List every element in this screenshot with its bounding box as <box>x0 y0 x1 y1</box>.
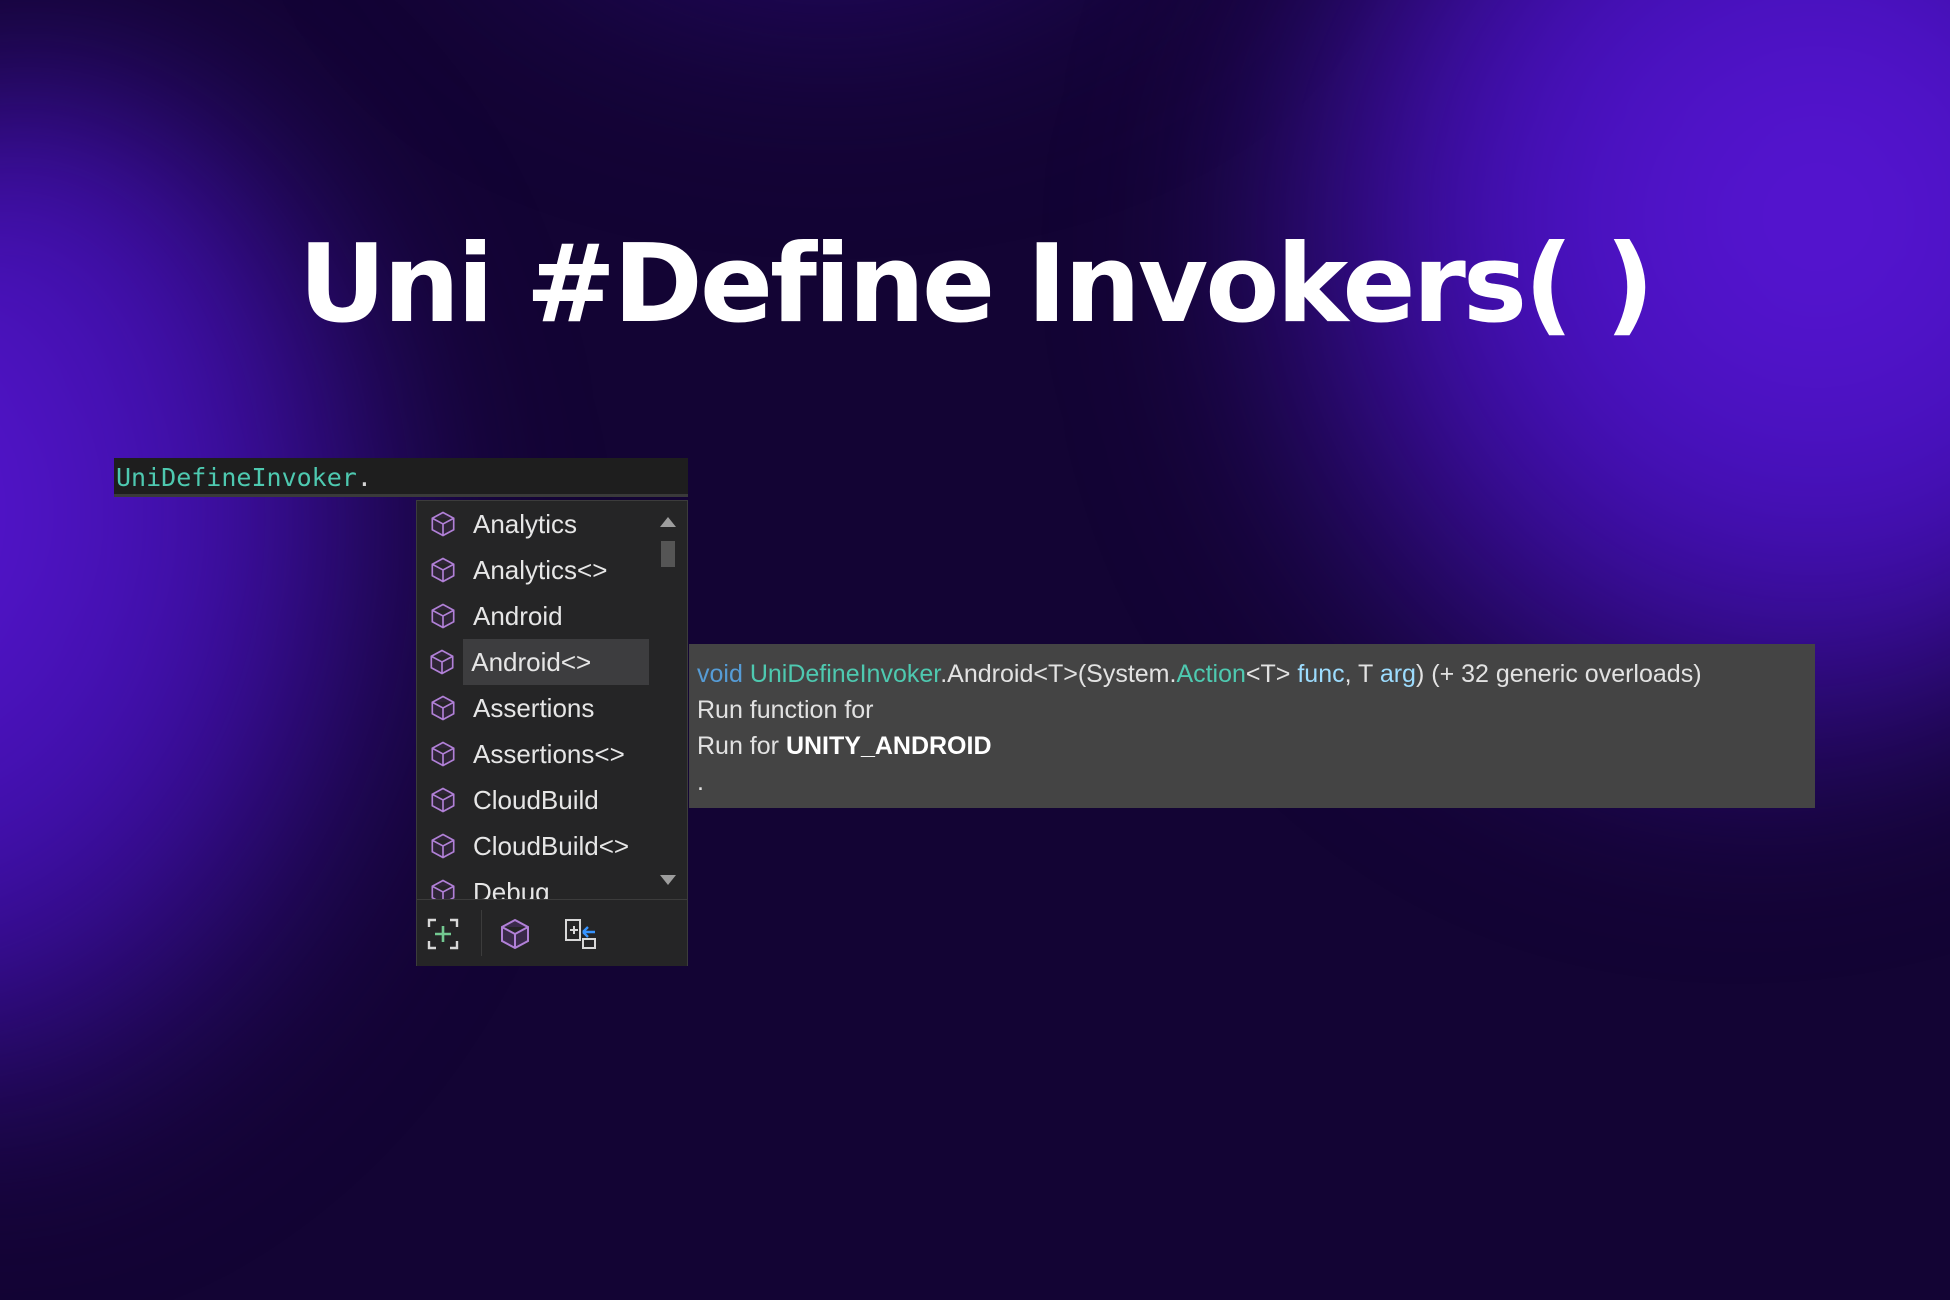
completion-item-label: Assertions <box>473 692 595 723</box>
signature-param-func: func <box>1297 660 1345 688</box>
member-access-dot: . <box>356 463 372 492</box>
signature-type: UniDefineInvoker <box>749 660 941 688</box>
class-cube-icon <box>417 593 469 639</box>
completion-item[interactable]: CloudBuild<> <box>417 823 649 869</box>
completion-item[interactable]: Analytics<> <box>417 547 649 593</box>
completion-item[interactable]: Analytics <box>417 501 649 547</box>
completion-item-label: Analytics <box>473 508 578 539</box>
tooltip-define-symbol: UNITY_ANDROID <box>785 732 992 760</box>
bg-glow-top <box>380 0 1280 100</box>
completion-filter-toolbar <box>417 899 687 966</box>
class-name-token: UniDefineInvoker <box>116 463 357 492</box>
completion-item-label: Android<> <box>463 639 649 685</box>
class-filter-icon[interactable] <box>495 914 535 954</box>
class-cube-icon <box>417 777 469 823</box>
completion-scrollbar[interactable] <box>649 501 687 899</box>
scroll-thumb[interactable] <box>661 541 675 567</box>
class-cube-icon <box>417 685 469 731</box>
method-signature: void UniDefineInvoker.Android<T>(System.… <box>697 656 1807 692</box>
tooltip-trailing-dot: . <box>697 768 704 796</box>
signature-comma: , T <box>1344 660 1380 688</box>
completion-item-label: Debug <box>473 876 550 900</box>
completion-item-label: Android <box>473 600 563 631</box>
signature-overloads: ) (+ 32 generic overloads) <box>1415 660 1702 688</box>
completion-popup[interactable]: Analytics Analytics<> Android Android<> Asse… <box>416 500 688 966</box>
tooltip-define-line: Run for UNITY_ANDROID <box>697 728 1807 764</box>
class-cube-icon <box>417 869 469 899</box>
keyword-void: void <box>697 660 743 688</box>
completion-item[interactable]: Assertions <box>417 685 649 731</box>
completion-item[interactable]: Debug <box>417 869 649 899</box>
completion-item-label: Assertions<> <box>473 738 625 769</box>
tooltip-summary: Run function for <box>697 696 874 724</box>
completion-list[interactable]: Analytics Analytics<> Android Android<> Asse… <box>417 501 649 899</box>
class-cube-icon <box>417 823 469 869</box>
completion-item-label: CloudBuild <box>473 784 599 815</box>
signature-action-type: Action <box>1176 660 1246 688</box>
signature-method: Android <box>947 660 1034 688</box>
signature-action-generic: <T> <box>1245 660 1298 688</box>
completion-item[interactable]: Android<> <box>417 639 649 685</box>
class-cube-icon <box>417 639 467 685</box>
code-editor-line[interactable]: UniDefineInvoker. <box>114 458 688 497</box>
toolbar-divider <box>481 910 482 956</box>
class-cube-icon <box>417 501 469 547</box>
extension-methods-icon[interactable] <box>561 914 601 954</box>
completion-item[interactable]: CloudBuild <box>417 777 649 823</box>
signature-generic: <T>(System. <box>1033 660 1177 688</box>
page-title: Uni #Define Invokers( ) <box>298 222 1654 347</box>
class-cube-icon <box>417 731 469 777</box>
class-cube-icon <box>417 547 469 593</box>
signature-param-arg: arg <box>1379 660 1416 688</box>
completion-item[interactable]: Android <box>417 593 649 639</box>
tooltip-define-prefix: Run for <box>697 732 786 760</box>
code-text: UniDefineInvoker. <box>116 463 372 492</box>
quick-info-tooltip: void UniDefineInvoker. Android<T>(System.… <box>689 644 1815 808</box>
completion-item[interactable]: Assertions<> <box>417 731 649 777</box>
expand-filter-icon[interactable] <box>423 914 463 954</box>
completion-item-label: CloudBuild<> <box>473 830 630 861</box>
completion-item-label: Analytics<> <box>473 554 608 585</box>
scroll-down-arrow-icon[interactable] <box>660 875 676 885</box>
scroll-up-arrow-icon[interactable] <box>660 517 676 527</box>
